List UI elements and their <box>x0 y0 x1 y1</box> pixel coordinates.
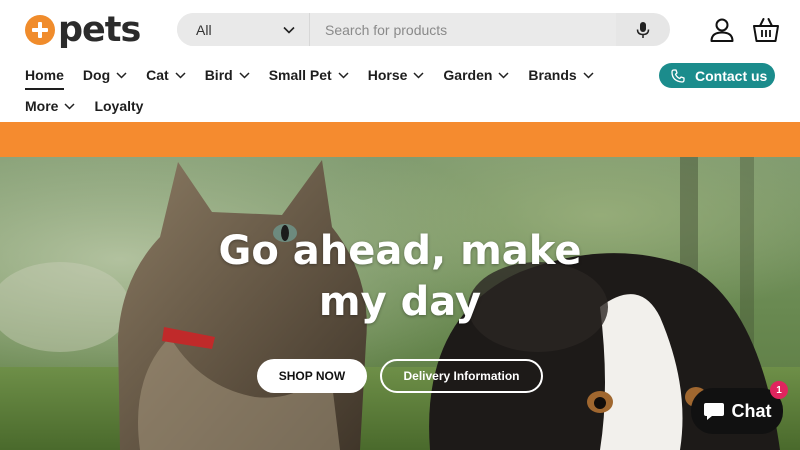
chat-bubble-icon <box>703 401 725 421</box>
chevron-down-icon <box>413 71 424 79</box>
site-header: pets All Search for products Home Dog Ca… <box>0 0 800 122</box>
nav-item-label: Dog <box>82 67 111 83</box>
chevron-down-icon <box>175 71 186 79</box>
chevron-down-icon <box>64 102 75 110</box>
shop-now-button[interactable]: SHOP NOW <box>257 359 367 393</box>
hero-title-line: my day <box>318 279 482 325</box>
hero-banner: Go ahead, make my day SHOP NOW Delivery … <box>0 157 800 450</box>
nav-item-dog[interactable]: Dog <box>83 63 127 87</box>
nav-item-label: Home <box>25 67 64 83</box>
main-navigation: Home Dog Cat Bird Small Pet Horse Garden… <box>25 63 645 118</box>
search-bar: All <box>177 13 670 46</box>
search-category-select[interactable]: All <box>177 13 310 46</box>
nav-row: Home Dog Cat Bird Small Pet Horse Garden… <box>25 63 645 90</box>
nav-item-small-pet[interactable]: Small Pet <box>269 63 349 87</box>
search-category-label: All <box>196 21 212 38</box>
nav-item-label: Loyalty <box>94 98 144 114</box>
logo-text: pets <box>58 10 141 50</box>
nav-item-label: Small Pet <box>268 67 332 83</box>
plus-logo-icon <box>25 15 55 45</box>
chat-notification-badge: 1 <box>770 381 788 399</box>
nav-item-label: Cat <box>146 67 169 83</box>
basket-icon[interactable] <box>751 15 781 45</box>
nav-item-home[interactable]: Home <box>25 63 64 90</box>
delivery-information-button[interactable]: Delivery Information <box>380 359 543 393</box>
contact-us-label: Contact us <box>695 67 768 84</box>
phone-icon <box>671 68 685 83</box>
microphone-icon[interactable] <box>616 13 670 46</box>
chevron-down-icon <box>338 71 349 79</box>
nav-row: More Loyalty <box>25 94 645 118</box>
nav-item-label: Bird <box>204 67 233 83</box>
promo-band <box>0 122 800 157</box>
account-icon[interactable] <box>707 15 737 45</box>
nav-item-label: Horse <box>367 67 408 83</box>
chevron-down-icon <box>583 71 594 79</box>
chevron-down-icon <box>283 26 295 34</box>
chat-button[interactable]: Chat <box>691 388 783 434</box>
nav-item-label: More <box>25 98 59 114</box>
chat-label: Chat <box>731 400 772 421</box>
nav-item-label: Brands <box>528 67 577 83</box>
hero-title: Go ahead, make my day <box>200 226 600 328</box>
nav-item-horse[interactable]: Horse <box>368 63 425 87</box>
chevron-down-icon <box>498 71 509 79</box>
nav-item-garden[interactable]: Garden <box>443 63 509 87</box>
chevron-down-icon <box>239 71 250 79</box>
contact-us-button[interactable]: Contact us <box>659 63 775 88</box>
chevron-down-icon <box>116 71 127 79</box>
nav-item-loyalty[interactable]: Loyalty <box>94 94 143 118</box>
nav-item-bird[interactable]: Bird <box>205 63 250 87</box>
nav-item-brands[interactable]: Brands <box>528 63 594 87</box>
nav-item-label: Garden <box>443 67 493 83</box>
hero-title-line: Go ahead, make <box>218 228 582 274</box>
search-input[interactable] <box>310 13 616 46</box>
nav-item-more[interactable]: More <box>25 94 75 118</box>
site-logo[interactable]: pets <box>25 10 141 50</box>
nav-item-cat[interactable]: Cat <box>146 63 186 87</box>
